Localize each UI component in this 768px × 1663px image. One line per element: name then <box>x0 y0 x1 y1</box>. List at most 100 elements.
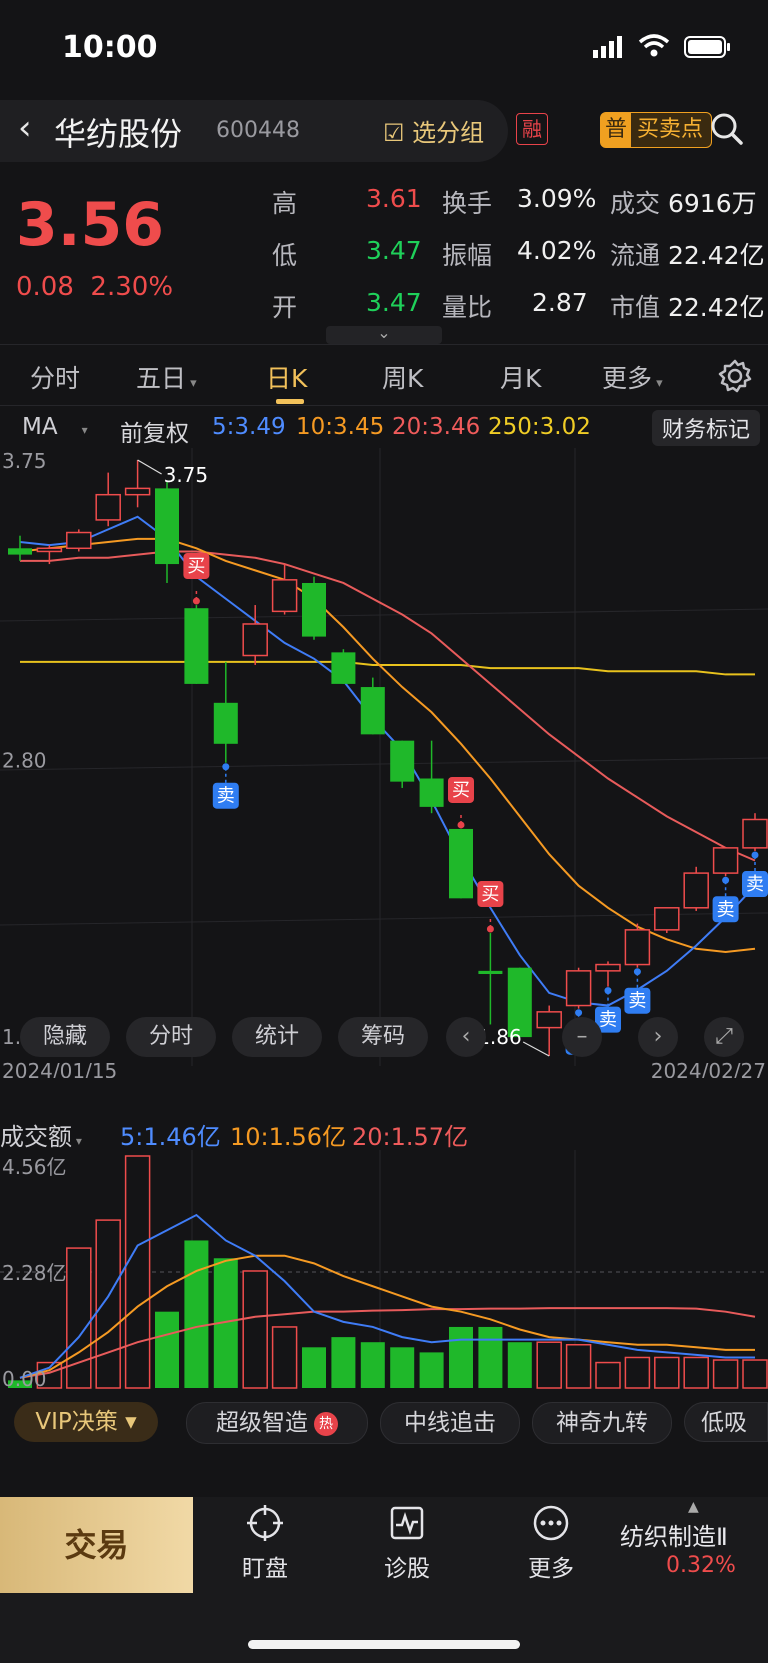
hide-button[interactable]: 隐藏 <box>20 1017 110 1057</box>
candle-body-up <box>536 1011 562 1029</box>
period-tabs: 分时 五日 ▾ 日K 周K 月K 更多 ▾ <box>0 344 768 406</box>
volume-indicator-select[interactable]: 成交额 ▾ <box>0 1117 82 1152</box>
tab-daily-k[interactable]: 日K <box>266 359 307 395</box>
status-bar: 10:00 <box>0 0 768 96</box>
candlestick-chart[interactable]: 买卖买买卖卖卖卖卖3.752.801.862024/01/152024/02/2… <box>0 448 768 1078</box>
ma10-value: 10:3.45 <box>296 414 385 440</box>
chips-button[interactable]: 筹码 <box>338 1017 428 1057</box>
industry-pct: 0.32% <box>666 1553 736 1578</box>
stat-label-open: 开 <box>272 293 298 322</box>
y-axis-mid-label: 2.80 <box>2 749 47 773</box>
candle-body-up <box>565 970 592 1007</box>
date-start-label: 2024/01/15 <box>2 1059 117 1078</box>
volume-bar-down <box>390 1347 415 1388</box>
strategy-midline[interactable]: 中线追击 <box>380 1402 520 1444</box>
chevron-right-icon[interactable]: › <box>638 1017 678 1057</box>
adjust-mode[interactable]: 前复权 <box>120 414 189 448</box>
volume-chart[interactable]: 4.56亿 2.28亿 0.00 <box>0 1150 768 1390</box>
buy-sell-points-button[interactable]: 普买卖点 <box>600 112 713 148</box>
checkbox-icon: ☑ <box>383 119 405 147</box>
grid-line <box>0 757 768 771</box>
margin-badge[interactable]: 融 <box>516 113 548 145</box>
candle-body-down <box>8 548 32 555</box>
candle-body-up <box>36 547 63 553</box>
search-icon[interactable] <box>710 112 744 146</box>
diagnose-button[interactable]: 诊股 <box>352 1503 462 1583</box>
strategy-low-buy[interactable]: 低吸龍 <box>684 1402 768 1442</box>
y-axis-top-label: 3.75 <box>2 449 47 473</box>
expand-chevron-icon[interactable]: ⌄ <box>326 325 442 344</box>
candle-body-up <box>683 872 709 909</box>
chevron-left-icon[interactable]: ‹ <box>446 1017 486 1057</box>
candle-body-up <box>271 579 298 613</box>
grid-line <box>0 608 768 622</box>
zoom-out-icon[interactable]: – <box>562 1017 602 1057</box>
candle-body-up <box>66 531 92 550</box>
change-value: 0.08 <box>16 272 74 302</box>
sell-signal-label: 卖 <box>217 786 235 807</box>
ma20-value: 20:3.46 <box>392 414 481 440</box>
tab-monthly-k[interactable]: 月K <box>500 359 541 395</box>
buy-signal-label: 买 <box>481 884 499 905</box>
wifi-icon <box>638 34 670 57</box>
home-indicator <box>248 1640 520 1649</box>
buy-sell-label: 买卖点 <box>637 117 704 142</box>
volume-bar-up <box>536 1341 562 1389</box>
signal-dot <box>575 1009 583 1017</box>
statistics-button[interactable]: 统计 <box>232 1017 322 1057</box>
candle-body-up <box>742 818 768 849</box>
volume-bar-down <box>331 1337 356 1388</box>
caret-up-icon: ▲ <box>688 1499 699 1515</box>
candle-body-up <box>242 623 268 657</box>
finance-mark-button[interactable]: 财务标记 <box>652 410 761 446</box>
stat-label-float: 流通 <box>610 241 661 270</box>
tab-five-day[interactable]: 五日 ▾ <box>136 359 197 395</box>
fullscreen-icon[interactable]: ⤢ <box>704 1017 744 1057</box>
tab-intraday[interactable]: 分时 <box>30 359 80 395</box>
candle-body-down <box>184 608 209 684</box>
watch-label: 盯盘 <box>242 1556 288 1582</box>
industry-name[interactable]: 纺织制造Ⅱ <box>620 1517 728 1552</box>
gear-icon[interactable] <box>718 359 752 393</box>
volume-bar-up <box>271 1326 298 1389</box>
stat-label-amplitude: 振幅 <box>442 241 493 270</box>
pulse-chart-icon <box>390 1506 424 1540</box>
active-tab-underline <box>276 399 304 404</box>
more-button[interactable]: 更多 <box>496 1503 606 1583</box>
watch-button[interactable]: 盯盘 <box>210 1503 320 1583</box>
ma-indicator-select[interactable]: MA ▾ <box>22 414 88 440</box>
tab-weekly-k[interactable]: 周K <box>382 359 423 395</box>
strategy-nine-turns[interactable]: 神奇九转 <box>532 1402 672 1444</box>
low-mark-line <box>522 1041 550 1057</box>
tab-more[interactable]: 更多 ▾ <box>602 359 663 395</box>
stat-value-high: 3.61 <box>366 184 422 213</box>
vip-label: VIP决策 <box>35 1409 118 1435</box>
sell-signal-label: 卖 <box>717 899 735 920</box>
candle-body-up <box>624 929 651 966</box>
current-price: 3.56 <box>16 190 165 260</box>
volume-bar-up <box>595 1361 621 1389</box>
volume-bar-up <box>66 1247 92 1389</box>
strategy-super-manufacture[interactable]: 超级智造热 <box>186 1402 368 1444</box>
intraday-button[interactable]: 分时 <box>126 1017 216 1057</box>
volume-bar-down <box>419 1352 444 1388</box>
stat-value-float: 22.42亿 <box>668 241 765 270</box>
pu-badge: 普 <box>601 113 632 147</box>
stat-label-turnover: 换手 <box>442 189 493 218</box>
high-mark-label: 3.75 <box>164 463 209 487</box>
stat-label-low: 低 <box>272 241 298 270</box>
volume-bar-down <box>302 1347 326 1388</box>
ma10-line <box>19 537 756 953</box>
trade-button[interactable]: 交易 <box>0 1497 193 1593</box>
vip-decision-button[interactable]: VIP决策 ▾ <box>14 1402 158 1442</box>
sell-signal-label: 卖 <box>599 1010 617 1031</box>
stock-header: ‹ 华纺股份 600448 ☑ 选分组 <box>0 100 508 162</box>
battery-icon <box>684 36 730 58</box>
ma20-line <box>20 550 756 862</box>
select-group-button[interactable]: ☑ 选分组 <box>383 113 484 148</box>
select-group-label: 选分组 <box>412 119 485 147</box>
back-icon[interactable]: ‹ <box>18 108 32 148</box>
volume-bar-up <box>565 1344 592 1389</box>
high-mark-line <box>137 459 162 475</box>
vol-ma5-value: 5:1.46亿 <box>120 1123 221 1151</box>
